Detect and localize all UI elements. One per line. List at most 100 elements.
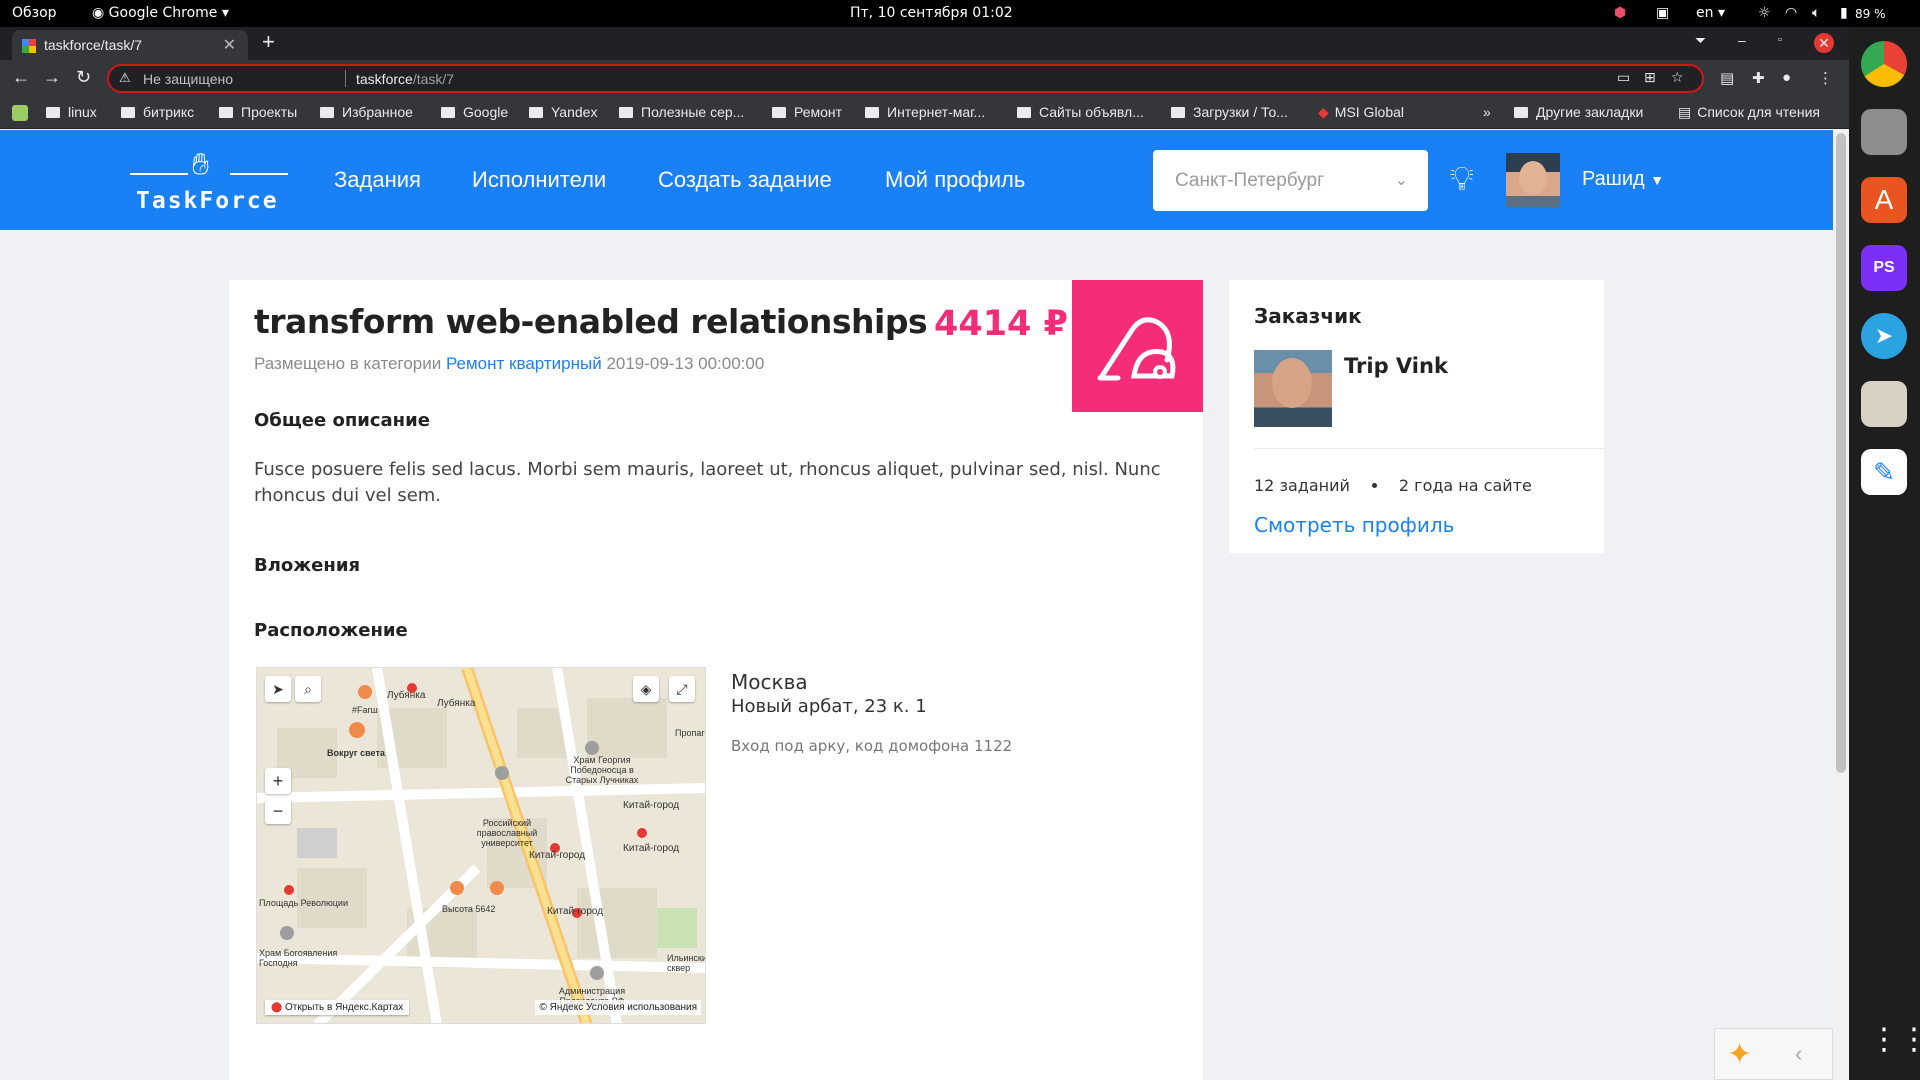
bookmark-folder[interactable]: Проекты: [219, 104, 297, 120]
open-in-yandex-maps-link[interactable]: ⬤ Открыть в Яндекс.Картах: [265, 1000, 410, 1015]
forward-icon[interactable]: →: [43, 67, 61, 88]
wifi-icon[interactable]: ◠: [1785, 5, 1797, 21]
nav-performers[interactable]: Исполнители: [472, 167, 606, 193]
archive-app-icon[interactable]: [1861, 381, 1907, 427]
bookmark-folder[interactable]: Google: [441, 104, 508, 120]
nav-tasks[interactable]: Задания: [334, 167, 421, 193]
battery-icon[interactable]: ▮: [1840, 5, 1848, 21]
bookmark-folder[interactable]: Полезные сер...: [619, 104, 744, 120]
customer-stats: 12 заданий 2 года на сайте: [1254, 476, 1532, 495]
app-menu[interactable]: ◉ Google Chrome ▾: [92, 5, 229, 21]
other-bookmarks[interactable]: Другие закладки: [1514, 104, 1643, 120]
view-profile-link[interactable]: Смотреть профиль: [1254, 513, 1454, 537]
folder-icon: [121, 107, 135, 118]
language-indicator[interactable]: en ▾: [1696, 5, 1725, 21]
customer-avatar: [1254, 350, 1332, 427]
folder-icon: [46, 107, 60, 118]
user-name: Рашид: [1582, 168, 1645, 190]
software-app-icon[interactable]: A: [1861, 177, 1907, 223]
bookmark-folder[interactable]: Сайты объявл...: [1017, 104, 1144, 120]
chevron-left-icon[interactable]: ‹: [1795, 1041, 1802, 1067]
bookmark-folder[interactable]: linux: [46, 104, 97, 120]
bookmark-app-icon[interactable]: [12, 105, 28, 121]
close-window-icon[interactable]: ✕: [1814, 33, 1834, 53]
tab-active[interactable]: taskforce/task/7 ✕: [12, 30, 248, 60]
web-page: ✋︎ TaskForce Задания Исполнители Создать…: [0, 130, 1833, 1080]
minimize-icon[interactable]: –: [1738, 32, 1746, 48]
bookmark-label: Полезные сер...: [641, 104, 745, 120]
description-heading: Общее описание: [254, 410, 430, 431]
url-text[interactable]: taskforce/task/7: [356, 71, 454, 87]
site-logo[interactable]: ✋︎ TaskForce: [130, 140, 290, 216]
map-label: Храм Богоявления Господня: [259, 948, 338, 968]
bookmark-label: Список для чтения: [1697, 104, 1820, 120]
close-tab-icon[interactable]: ✕: [223, 35, 236, 55]
user-menu[interactable]: Рашид ▼: [1582, 168, 1664, 191]
task-date: 2019-09-13 00:00:00: [606, 354, 765, 373]
reading-list[interactable]: ▤ Список для чтения: [1678, 104, 1820, 121]
page-scrollbar[interactable]: [1833, 130, 1849, 1080]
separator: [345, 70, 346, 87]
bookmark-msi[interactable]: ◆ MSI Global: [1318, 104, 1404, 121]
map-label: Вокруг света: [327, 748, 385, 758]
tab-strip: taskforce/task/7 ✕ + ⏷ – ▫ ✕: [0, 27, 1849, 60]
new-tab-button[interactable]: +: [262, 29, 275, 55]
bookmark-folder[interactable]: Yandex: [529, 104, 597, 120]
back-icon[interactable]: ←: [12, 67, 30, 88]
vacuum-cleaner-icon: [1097, 317, 1176, 381]
files-app-icon[interactable]: [1861, 109, 1907, 155]
phpstorm-app-icon[interactable]: PS: [1861, 245, 1907, 291]
caret-down-icon: ▼: [1650, 172, 1665, 188]
nav-create-task[interactable]: Создать задание: [658, 167, 832, 193]
yii-debug-toolbar[interactable]: ✦ ‹: [1714, 1028, 1833, 1080]
brightness-icon[interactable]: ☼: [1758, 5, 1771, 21]
scrollbar-thumb[interactable]: [1836, 133, 1846, 773]
nav-my-profile[interactable]: Мой профиль: [885, 167, 1025, 193]
bookmark-folder[interactable]: Избранное: [320, 104, 413, 120]
map-search-icon[interactable]: ⌕: [295, 676, 321, 702]
chrome-app-icon[interactable]: [1861, 41, 1907, 87]
zoom-out-button[interactable]: −: [265, 798, 291, 824]
clipboard-icon[interactable]: ▣: [1656, 5, 1669, 21]
bookmark-folder[interactable]: Интернет-маг...: [865, 104, 985, 120]
location-map[interactable]: Лубянка Лубянка Вокруг света #Farш Храм …: [256, 667, 706, 1024]
bookmark-folder[interactable]: Ремонт: [772, 104, 842, 120]
bookmark-label: Yandex: [551, 104, 598, 120]
bookmark-star-icon[interactable]: ☆: [1671, 69, 1684, 86]
pin-icon: ⬤: [271, 1002, 283, 1013]
address-bar[interactable]: ⚠ Не защищено taskforce/task/7 ▭ ⊞ ☆: [107, 64, 1704, 93]
qr-icon[interactable]: ⊞: [1644, 69, 1656, 86]
more-bookmarks-button[interactable]: »: [1483, 104, 1491, 120]
clock[interactable]: Пт, 10 сентября 01:02: [850, 5, 1013, 21]
extensions-puzzle-icon[interactable]: ✚: [1752, 69, 1765, 87]
reload-icon[interactable]: ↻: [76, 67, 91, 88]
menu-kebab-icon[interactable]: ⋮: [1818, 69, 1833, 87]
tab-search-icon[interactable]: ⏷: [1695, 32, 1706, 49]
map-copyright[interactable]: © Яндекс Условия использования: [535, 1000, 701, 1015]
bookmark-folder[interactable]: битрикс: [121, 104, 194, 120]
restore-icon[interactable]: ▫: [1778, 34, 1782, 46]
text-editor-app-icon[interactable]: ✎: [1861, 449, 1907, 495]
category-link[interactable]: Ремонт квартирный: [446, 354, 602, 373]
layers-icon[interactable]: ◈: [633, 676, 659, 702]
app-indicator-icon[interactable]: ⬢: [1614, 5, 1626, 21]
lightbulb-icon[interactable]: 💡︎: [1450, 160, 1474, 199]
folder-icon: [865, 107, 879, 118]
profile-icon[interactable]: ●: [1782, 69, 1791, 86]
geolocation-icon[interactable]: ➤: [265, 676, 291, 702]
fullscreen-icon[interactable]: ⤢: [669, 676, 695, 702]
show-apps-icon[interactable]: ⋮⋮: [1869, 1022, 1920, 1057]
user-avatar[interactable]: [1506, 153, 1560, 207]
not-secure-label[interactable]: Не защищено: [143, 71, 233, 87]
activities-button[interactable]: Обзор: [12, 5, 57, 21]
extension-icon[interactable]: ▤: [1720, 69, 1734, 87]
telegram-app-icon[interactable]: ➤: [1861, 313, 1907, 359]
cast-icon[interactable]: ▭: [1617, 69, 1630, 86]
map-label: Китай-город: [623, 800, 680, 811]
location-note: Вход под арку, код домофона 1122: [731, 737, 1013, 755]
zoom-in-button[interactable]: +: [265, 768, 291, 794]
volume-icon[interactable]: 🔈︎: [1812, 5, 1820, 21]
bookmark-label: Сайты объявл...: [1039, 104, 1144, 120]
city-select[interactable]: Санкт-Петербург ⌄: [1153, 150, 1428, 211]
bookmark-folder[interactable]: Загрузки / То...: [1171, 104, 1288, 120]
